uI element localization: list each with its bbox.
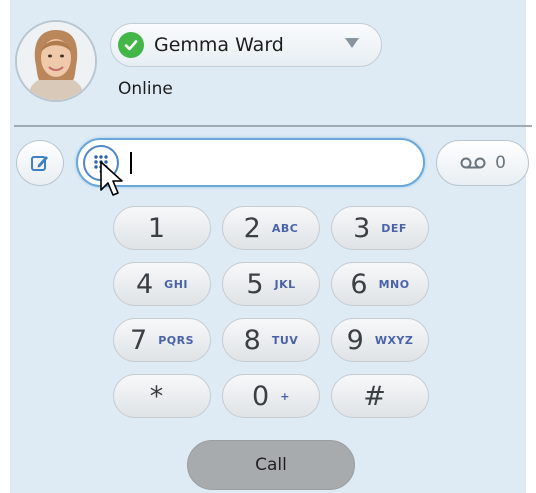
key-digit: 3 [353,212,371,244]
key-digit: 6 [350,268,368,300]
key-3[interactable]: 3 DEF [331,206,429,250]
key-digit: 8 [243,324,261,356]
key-9[interactable]: 9 WXYZ [331,318,429,362]
key-8[interactable]: 8 TUV [222,318,320,362]
key-digit: # [363,380,386,412]
key-letters: ABC [271,221,299,235]
edit-icon [31,156,48,171]
key-4[interactable]: 4 GHI [113,262,211,306]
avatar[interactable] [15,20,97,102]
key-digit: 9 [346,324,364,356]
number-input[interactable] [76,138,425,187]
key-letters: JKL [274,277,296,291]
key-hash[interactable]: # [331,374,429,418]
key-1[interactable]: 1 [113,206,211,250]
key-digit: 0 [252,380,270,412]
key-2[interactable]: 2 ABC [222,206,320,250]
key-digit: 5 [246,268,264,300]
compose-button[interactable] [16,140,64,186]
voicemail-button[interactable]: 0 [436,140,529,186]
presence-status: Online [118,79,173,99]
key-letters: WXYZ [374,333,414,347]
key-star[interactable]: * [113,374,211,418]
key-7[interactable]: 7 PQRS [113,318,211,362]
voicemail-icon [460,157,486,169]
chevron-down-icon [345,38,359,48]
key-digit: 4 [135,268,154,300]
user-name: Gemma Ward [154,34,284,56]
key-letters: MNO [378,277,410,291]
text-caret [130,152,132,174]
mouse-pointer-icon [100,161,123,196]
divider [14,125,532,127]
key-digit: 1 [147,212,166,244]
call-button[interactable]: Call [187,440,355,490]
key-5[interactable]: 5 JKL [222,262,320,306]
key-letters: GHI [164,277,188,291]
key-digit: 2 [243,212,261,244]
avatar-photo [17,22,95,100]
key-digit: * [149,380,164,412]
key-letters: PQRS [158,333,194,347]
check-icon [118,32,144,58]
presence-selector[interactable]: Gemma Ward [110,23,382,67]
key-digit: 7 [130,324,148,356]
voicemail-count: 0 [495,153,506,173]
key-0[interactable]: 0 + [222,374,320,418]
key-6[interactable]: 6 MNO [331,262,429,306]
key-letters: TUV [271,333,299,347]
key-letters: + [280,389,290,403]
key-letters: DEF [381,221,407,235]
